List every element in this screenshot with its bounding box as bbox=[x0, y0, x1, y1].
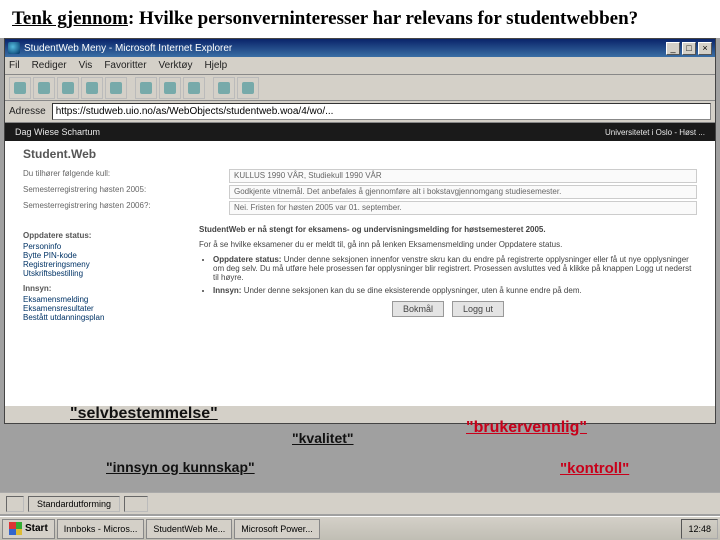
sw-left-nav: Oppdatere status: Personinfo Bytte PIN-k… bbox=[23, 225, 183, 322]
menu-file[interactable]: Fil bbox=[9, 60, 20, 71]
row1-label: Semesterregistrering høsten 2005: bbox=[23, 185, 223, 199]
address-label: Adresse bbox=[9, 106, 46, 117]
mail-icon bbox=[218, 82, 230, 94]
menubar: Fil Rediger Vis Favoritter Verktøy Hjelp bbox=[5, 57, 715, 75]
print-button[interactable] bbox=[237, 77, 259, 99]
label-kvalitet: "kvalitet" bbox=[292, 430, 354, 446]
history-button[interactable] bbox=[183, 77, 205, 99]
titlebar: StudentWeb Meny - Microsoft Internet Exp… bbox=[5, 39, 715, 57]
address-input[interactable]: https://studweb.uio.no/as/WebObjects/stu… bbox=[52, 103, 711, 120]
app-statusbar: Standardutforming bbox=[0, 492, 720, 514]
ie-icon bbox=[8, 42, 20, 54]
toolbar bbox=[5, 75, 715, 101]
back-button[interactable] bbox=[9, 77, 31, 99]
sw-info-table: Du tilhører følgende kull: KULLUS 1990 V… bbox=[5, 165, 715, 219]
home-icon bbox=[110, 82, 122, 94]
page-content: Dag Wiese Schartum Universitetet i Oslo … bbox=[5, 123, 715, 405]
status-cell-1 bbox=[6, 496, 24, 512]
clock: 12:48 bbox=[688, 524, 711, 534]
menu-view[interactable]: Vis bbox=[79, 60, 93, 71]
row2-value: Nei. Fristen for høsten 2005 var 01. sep… bbox=[229, 201, 697, 215]
row0-value: KULLUS 1990 VÅR, Studiekull 1990 VÅR bbox=[229, 169, 697, 183]
menu-tools[interactable]: Verktøy bbox=[159, 60, 193, 71]
stop-icon bbox=[62, 82, 74, 94]
refresh-button[interactable] bbox=[81, 77, 103, 99]
bullet0-t: Under denne seksjonen innenfor venstre s… bbox=[213, 255, 691, 282]
sw-user-name: Dag Wiese Schartum bbox=[15, 127, 100, 137]
status-cell-layout: Standardutforming bbox=[28, 496, 120, 512]
home-button[interactable] bbox=[105, 77, 127, 99]
sw-header: Dag Wiese Schartum Universitetet i Oslo … bbox=[5, 123, 715, 141]
nav-utskrift[interactable]: Utskriftsbestilling bbox=[23, 269, 183, 278]
mail-button[interactable] bbox=[213, 77, 235, 99]
menu-fav[interactable]: Favoritter bbox=[104, 60, 146, 71]
task-item-1[interactable]: StudentWeb Me... bbox=[146, 519, 232, 539]
search-icon bbox=[140, 82, 152, 94]
window-title: StudentWeb Meny - Microsoft Internet Exp… bbox=[24, 43, 666, 54]
taskbar: Start Innboks - Micros... StudentWeb Me.… bbox=[0, 516, 720, 540]
refresh-icon bbox=[86, 82, 98, 94]
windows-logo-icon bbox=[9, 522, 22, 535]
bullet-oppdatere: Oppdatere status: Under denne seksjonen … bbox=[213, 255, 697, 282]
maximize-button[interactable]: □ bbox=[682, 42, 696, 55]
search-button[interactable] bbox=[135, 77, 157, 99]
label-selvbestemmelse: "selvbestemmelse" bbox=[70, 405, 218, 423]
bullet0-h: Oppdatere status: bbox=[213, 255, 281, 264]
oppdatere-heading: Oppdatere status: bbox=[23, 231, 183, 240]
slide-title-emphasis: Tenk gjennom bbox=[12, 8, 128, 29]
row0-label: Du tilhører følgende kull: bbox=[23, 169, 223, 183]
star-icon bbox=[164, 82, 176, 94]
history-icon bbox=[188, 82, 200, 94]
label-innsyn: "innsyn og kunnskap" bbox=[106, 459, 255, 475]
row1-value: Godkjente vitnemål. Det anbefales å gjen… bbox=[229, 185, 697, 199]
minimize-button[interactable]: _ bbox=[666, 42, 680, 55]
print-icon bbox=[242, 82, 254, 94]
slide-title: Tenk gjennom: Hvilke personverninteresse… bbox=[0, 0, 720, 38]
status-cell-3 bbox=[124, 496, 148, 512]
sw-note2: For å se hvilke eksamener du er meldt ti… bbox=[199, 240, 697, 249]
start-button[interactable]: Start bbox=[2, 519, 55, 539]
stop-button[interactable] bbox=[57, 77, 79, 99]
arrow-right-icon bbox=[38, 82, 50, 94]
bokmal-button[interactable]: Bokmål bbox=[392, 301, 444, 317]
slide-title-rest: : Hvilke personverninteresser har releva… bbox=[128, 8, 638, 29]
arrow-left-icon bbox=[14, 82, 26, 94]
browser-window: StudentWeb Meny - Microsoft Internet Exp… bbox=[4, 38, 716, 424]
bullet1-h: Innsyn: bbox=[213, 286, 241, 295]
bullet1-t: Under denne seksjonen kan du se dine eks… bbox=[244, 286, 582, 295]
start-label: Start bbox=[25, 523, 48, 534]
nav-reg[interactable]: Registreringsmeny bbox=[23, 260, 183, 269]
sw-main: StudentWeb er nå stengt for eksamens- og… bbox=[199, 225, 697, 322]
menu-edit[interactable]: Rediger bbox=[32, 60, 67, 71]
nav-eksmelding[interactable]: Eksamensmelding bbox=[23, 295, 183, 304]
nav-bestatt[interactable]: Bestått utdanningsplan bbox=[23, 313, 183, 322]
sw-institution: Universitetet i Oslo - Høst ... bbox=[605, 128, 705, 137]
close-button[interactable]: × bbox=[698, 42, 712, 55]
forward-button[interactable] bbox=[33, 77, 55, 99]
bullet-innsyn: Innsyn: Under denne seksjonen kan du se … bbox=[213, 286, 697, 295]
system-tray[interactable]: 12:48 bbox=[681, 519, 718, 539]
address-bar: Adresse https://studweb.uio.no/as/WebObj… bbox=[5, 101, 715, 123]
label-kontroll: "kontroll" bbox=[560, 460, 629, 477]
nav-pin[interactable]: Bytte PIN-kode bbox=[23, 251, 183, 260]
favorites-button[interactable] bbox=[159, 77, 181, 99]
menu-help[interactable]: Hjelp bbox=[204, 60, 227, 71]
task-item-0[interactable]: Innboks - Micros... bbox=[57, 519, 145, 539]
nav-personinfo[interactable]: Personinfo bbox=[23, 242, 183, 251]
task-item-2[interactable]: Microsoft Power... bbox=[234, 519, 320, 539]
sw-heading: Student.Web bbox=[5, 141, 715, 165]
row2-label: Semesterregistrering høsten 2006?: bbox=[23, 201, 223, 215]
label-brukervennlig: "brukervennlig" bbox=[466, 419, 587, 437]
innsyn-heading: Innsyn: bbox=[23, 284, 183, 293]
nav-eksresult[interactable]: Eksamensresultater bbox=[23, 304, 183, 313]
sw-notice: StudentWeb er nå stengt for eksamens- og… bbox=[199, 225, 697, 234]
loggut-button[interactable]: Logg ut bbox=[452, 301, 504, 317]
